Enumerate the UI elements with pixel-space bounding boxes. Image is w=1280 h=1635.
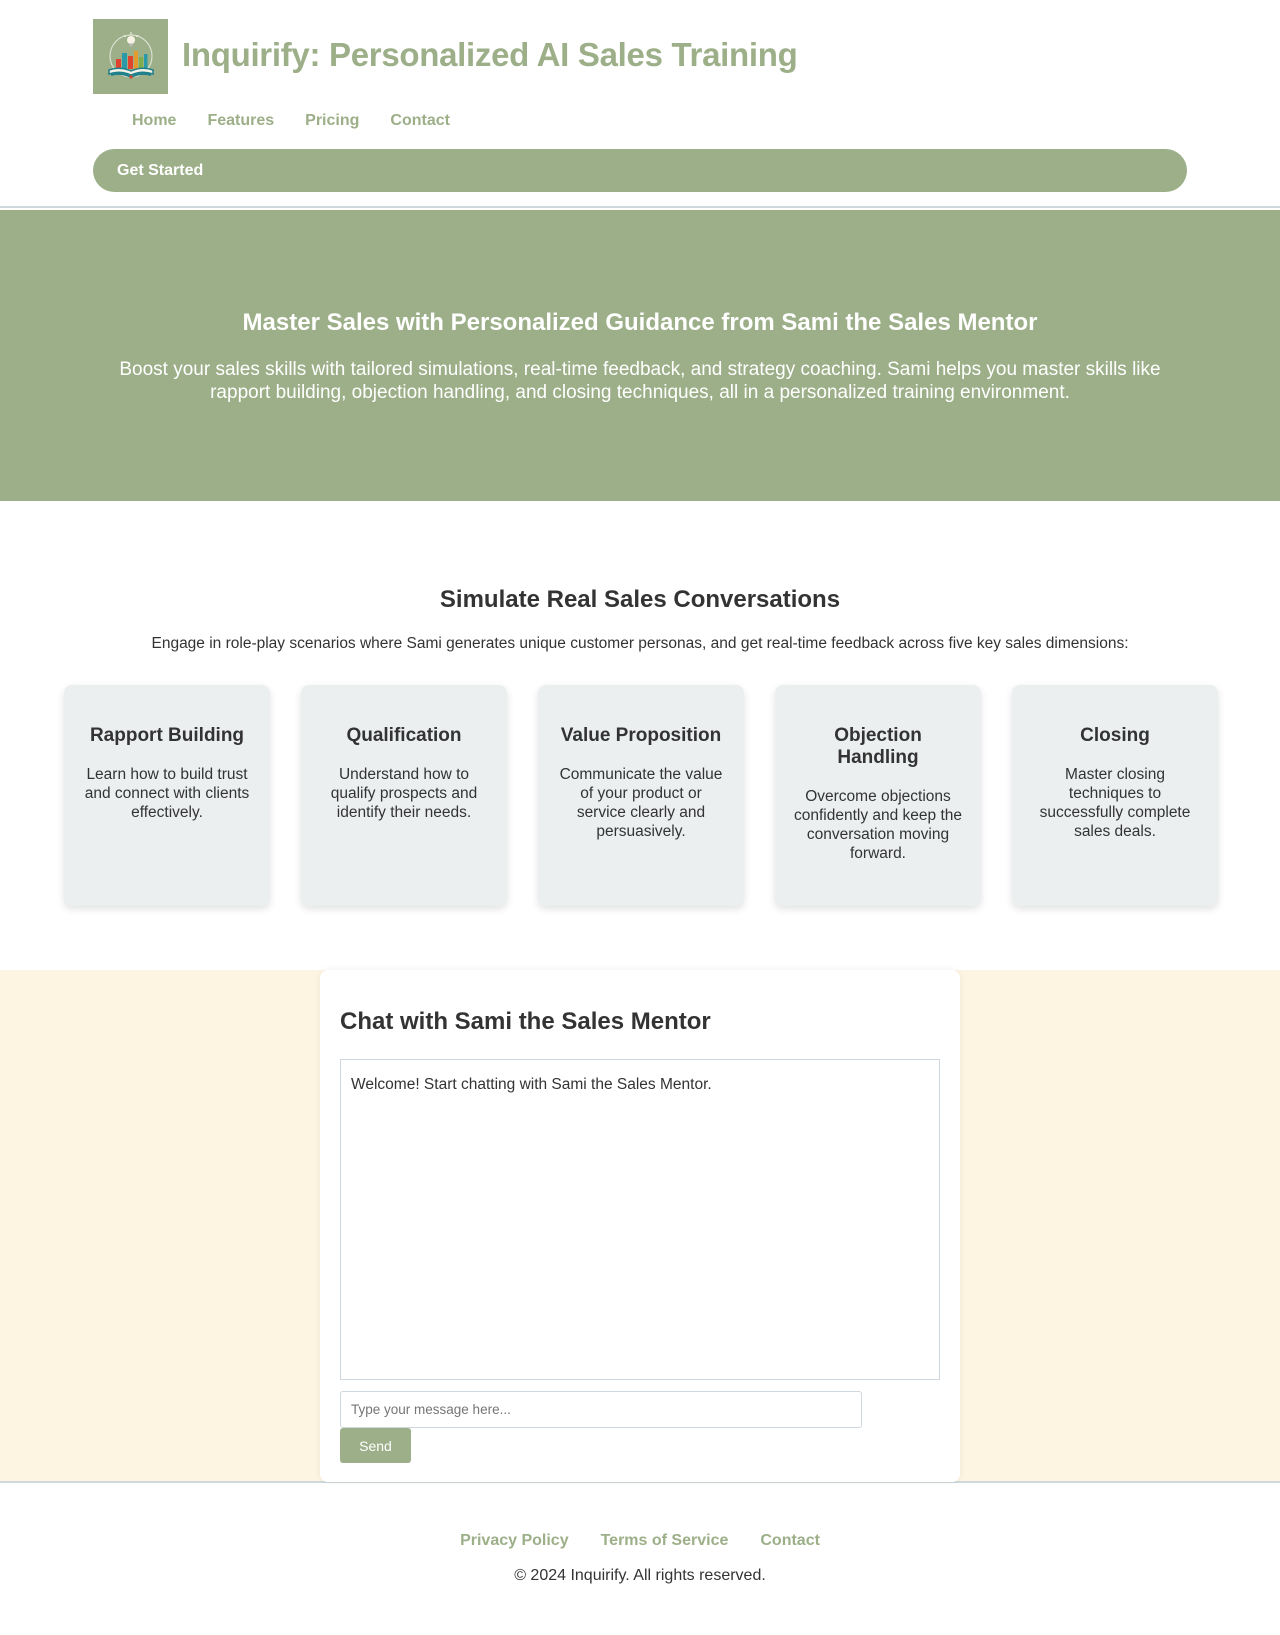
site-footer: Privacy Policy Terms of Service Contact … xyxy=(0,1485,1280,1635)
feature-card-closing: Closing Master closing techniques to suc… xyxy=(1012,685,1218,906)
get-started-button[interactable]: Get Started xyxy=(93,149,1187,192)
hero-section: Master Sales with Personalized Guidance … xyxy=(0,210,1280,501)
nav-pricing[interactable]: Pricing xyxy=(305,112,359,130)
feature-card-description: Communicate the value of your product or… xyxy=(559,766,723,840)
footer-contact-link[interactable]: Contact xyxy=(760,1532,820,1550)
site-header: Inquirify: Personalized AI Sales Trainin… xyxy=(0,0,1280,208)
site-title: Inquirify: Personalized AI Sales Trainin… xyxy=(182,36,798,73)
feature-cards: Rapport Building Learn how to build trus… xyxy=(64,685,1218,906)
feature-card-value-proposition: Value Proposition Communicate the value … xyxy=(538,685,744,906)
chat-title: Chat with Sami the Sales Mentor xyxy=(340,1008,711,1035)
get-started-label: Get Started xyxy=(117,161,204,179)
nav-home[interactable]: Home xyxy=(132,112,176,130)
nav-contact[interactable]: Contact xyxy=(390,112,450,130)
feature-card-title: Objection Handling xyxy=(834,725,922,768)
send-button[interactable]: Send xyxy=(340,1428,411,1463)
hero-title: Master Sales with Personalized Guidance … xyxy=(242,309,1038,336)
features-intro: Engage in role-play scenarios where Sami… xyxy=(151,635,1129,652)
book-chart-lightbulb-logo-icon xyxy=(107,31,154,79)
feature-card-objection-handling: Objection Handling Overcome objections c… xyxy=(775,685,981,906)
footer-links: Privacy Policy Terms of Service Contact xyxy=(0,1532,1280,1550)
feature-card-title: Closing xyxy=(1080,725,1150,746)
feature-card-rapport-building: Rapport Building Learn how to build trus… xyxy=(64,685,270,906)
chat-message-input[interactable] xyxy=(340,1391,862,1428)
main-nav: Home Features Pricing Contact xyxy=(132,112,450,130)
nav-features[interactable]: Features xyxy=(207,112,274,130)
copyright: © 2024 Inquirify. All rights reserved. xyxy=(514,1567,766,1584)
feature-card-description: Overcome objections confidently and keep… xyxy=(793,788,963,862)
footer-privacy-policy-link[interactable]: Privacy Policy xyxy=(460,1532,569,1550)
hero-description: Boost your sales skills with tailored si… xyxy=(119,359,1161,403)
chat-welcome-message: Welcome! Start chatting with Sami the Sa… xyxy=(351,1076,712,1093)
feature-card-title: Value Proposition xyxy=(560,725,722,746)
chat-messages-box[interactable]: Welcome! Start chatting with Sami the Sa… xyxy=(340,1059,940,1380)
logo[interactable] xyxy=(93,19,168,94)
features-section: Simulate Real Sales Conversations Engage… xyxy=(0,501,1280,970)
feature-card-description: Understand how to qualify prospects and … xyxy=(330,766,478,821)
footer-terms-link[interactable]: Terms of Service xyxy=(601,1532,729,1550)
feature-card-title: Rapport Building xyxy=(89,725,245,746)
chat-section: Chat with Sami the Sales Mentor Welcome!… xyxy=(0,970,1280,1483)
feature-card-description: Learn how to build trust and connect wit… xyxy=(84,766,250,821)
feature-card-qualification: Qualification Understand how to qualify … xyxy=(301,685,507,906)
feature-card-description: Master closing techniques to successfull… xyxy=(1039,766,1191,840)
feature-card-title: Qualification xyxy=(346,725,462,746)
chat-card: Chat with Sami the Sales Mentor Welcome!… xyxy=(320,970,960,1482)
features-title: Simulate Real Sales Conversations xyxy=(439,586,841,613)
